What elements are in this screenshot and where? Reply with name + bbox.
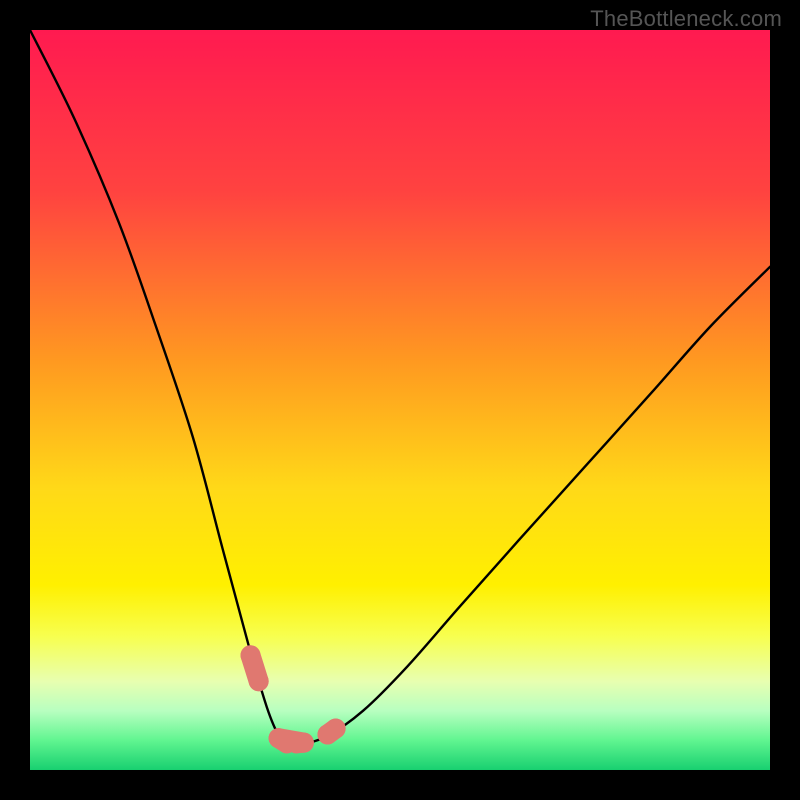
marker-dot [249, 671, 269, 691]
plot-area [30, 30, 770, 770]
gradient-background [30, 30, 770, 770]
chart-frame: TheBottleneck.com [0, 0, 800, 800]
watermark-label: TheBottleneck.com [590, 6, 782, 32]
marker-dot [294, 733, 314, 753]
marker-dot [241, 645, 261, 665]
marker-dot [326, 719, 346, 739]
chart-svg [30, 30, 770, 770]
